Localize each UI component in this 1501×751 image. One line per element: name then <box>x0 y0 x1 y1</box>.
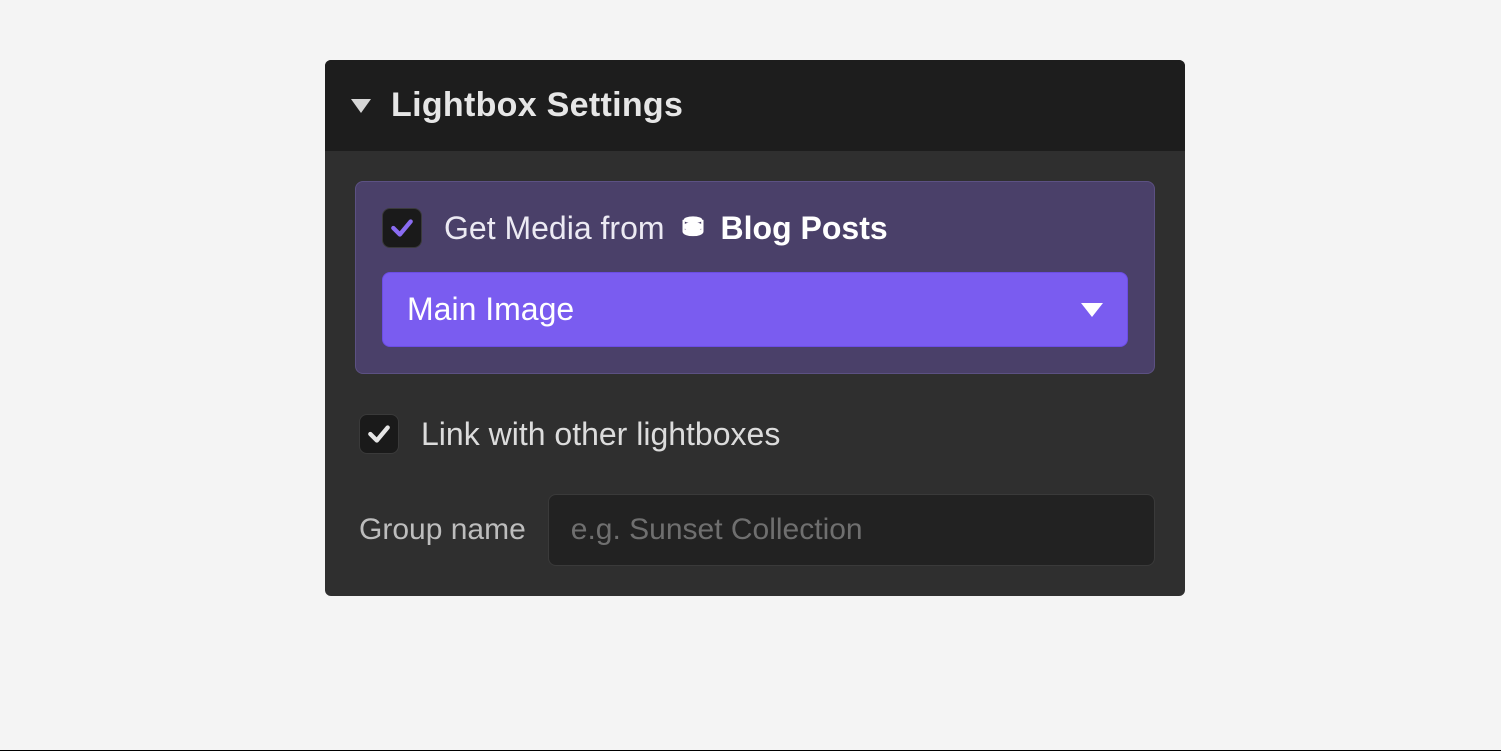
collapse-triangle-icon <box>351 99 371 113</box>
link-with-lightboxes-row: Link with other lightboxes <box>355 414 1155 454</box>
panel-body: Get Media from Blog Posts Main Image <box>325 151 1185 596</box>
link-with-lightboxes-checkbox[interactable] <box>359 414 399 454</box>
get-media-lead-text: Get Media from <box>444 210 665 247</box>
get-media-row: Get Media from Blog Posts <box>382 208 1128 248</box>
check-icon <box>389 215 415 241</box>
link-with-lightboxes-label: Link with other lightboxes <box>421 416 780 453</box>
group-name-label: Group name <box>359 513 526 547</box>
check-icon <box>366 421 392 447</box>
lightbox-settings-panel: Lightbox Settings Get Media from <box>325 60 1185 596</box>
get-media-label: Get Media from Blog Posts <box>444 210 888 247</box>
group-name-row: Group name <box>355 494 1155 566</box>
panel-title: Lightbox Settings <box>391 86 683 125</box>
get-media-group: Get Media from Blog Posts Main Image <box>355 181 1155 374</box>
database-icon <box>679 214 707 242</box>
panel-header[interactable]: Lightbox Settings <box>325 60 1185 151</box>
group-name-input[interactable] <box>548 494 1155 566</box>
media-source-name: Blog Posts <box>721 210 888 247</box>
media-field-dropdown[interactable]: Main Image <box>382 272 1128 347</box>
chevron-down-icon <box>1081 303 1103 317</box>
dropdown-selected-label: Main Image <box>407 291 574 328</box>
get-media-checkbox[interactable] <box>382 208 422 248</box>
